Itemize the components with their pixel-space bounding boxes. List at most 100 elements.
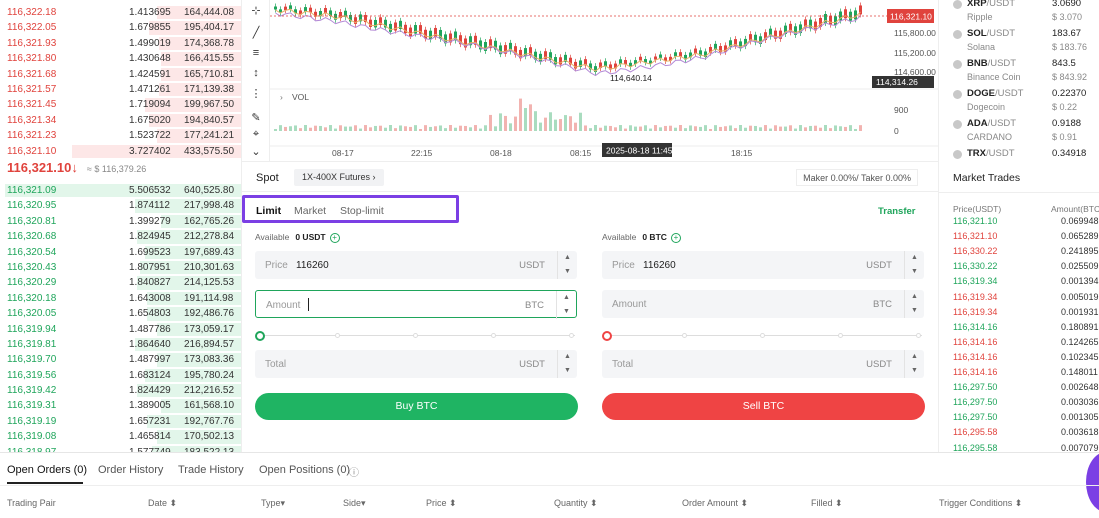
text-tool-icon[interactable]: ⌖ — [249, 128, 263, 140]
transfer-link[interactable]: Transfer — [878, 206, 916, 217]
order-book-row[interactable]: 116,318.97 1.577749 183,522.13 — [0, 445, 241, 452]
order-book-row[interactable]: 116,322.05 1.679855 195,404.17 — [0, 20, 241, 35]
chevron-up-icon[interactable]: ▲ — [558, 251, 577, 265]
order-book-row[interactable]: 116,321.23 1.523722 177,241.21 — [0, 128, 241, 143]
order-book-row[interactable]: 116,321.57 1.471261 171,139.38 — [0, 82, 241, 97]
order-book-row[interactable]: 116,319.31 1.389005 161,568.10 — [0, 398, 241, 413]
chevron-down-icon[interactable]: ▼ — [905, 265, 924, 279]
sell-total-stepper[interactable]: ▲ ▼ — [904, 350, 924, 378]
order-book-row[interactable]: 116,321.34 1.675020 194,840.57 — [0, 113, 241, 128]
order-book-row[interactable]: 116,322.18 1.413695 164,444.08 — [0, 5, 241, 20]
buy-button[interactable]: Buy BTC — [255, 393, 578, 420]
chevron-up-icon[interactable]: ▲ — [905, 350, 924, 364]
trend-line-icon[interactable]: ╱ — [249, 27, 263, 39]
slider-knob[interactable] — [255, 331, 265, 341]
price-chart[interactable]: ⊹ ╱ ≡ ↕ ⋮ ✎ ⌖ ⌄ 116,321.10 115,800.00 11… — [242, 0, 938, 162]
chevron-down-icon[interactable]: ▼ — [905, 364, 924, 378]
chevron-up-icon[interactable]: ▲ — [905, 251, 924, 265]
add-funds-icon[interactable]: + — [329, 232, 340, 243]
col-side[interactable]: Side▾ — [343, 498, 366, 509]
ticker-item[interactable]: DOGE/USDT Dogecoin 0.22370 $ 0.22 — [939, 87, 1099, 117]
order-book-row[interactable]: 116,320.81 1.399279 162,765.26 — [0, 214, 241, 229]
chevron-down-icon[interactable]: ▼ — [558, 265, 577, 279]
order-book-row[interactable]: 116,320.29 1.840827 214,125.53 — [0, 275, 241, 290]
collapse-chevron-icon[interactable]: ⌄ — [249, 146, 263, 158]
order-book-row[interactable]: 116,319.19 1.657231 192,767.76 — [0, 414, 241, 429]
chevron-down-icon[interactable]: ▼ — [905, 304, 924, 318]
horizontal-line-icon[interactable]: ≡ — [249, 47, 263, 59]
order-book-row[interactable]: 116,319.94 1.487786 173,059.17 — [0, 322, 241, 337]
sell-percent-slider[interactable] — [602, 330, 922, 342]
tab-stop-limit[interactable]: Stop-limit — [340, 205, 384, 217]
chart-canvas[interactable]: 116,321.10 115,800.00 115,200.00 114,600… — [270, 0, 938, 162]
sell-button[interactable]: Sell BTC — [602, 393, 925, 420]
measure-icon[interactable]: ↕ — [249, 67, 263, 79]
sell-amount-stepper[interactable]: ▲ ▼ — [904, 290, 924, 318]
chevron-up-icon[interactable]: ▲ — [905, 290, 924, 304]
ticker-item[interactable]: ADA/USDT CARDANO 0.9188 $ 0.91 — [939, 117, 1099, 147]
order-book-row[interactable]: 116,321.80 1.430648 166,415.55 — [0, 51, 241, 66]
buy-total-stepper[interactable]: ▲ ▼ — [557, 350, 577, 378]
col-type[interactable]: Type▾ — [261, 498, 285, 509]
col-trigger-conditions[interactable]: Trigger Conditions ⬍ — [939, 498, 1022, 509]
tab-futures[interactable]: 1X-400X Futures › — [294, 169, 384, 186]
info-icon[interactable]: ⓘ — [349, 464, 359, 479]
order-book-row[interactable]: 116,319.56 1.683124 195,780.24 — [0, 368, 241, 383]
sell-price-stepper[interactable]: ▲ ▼ — [904, 251, 924, 279]
slider-knob[interactable] — [602, 331, 612, 341]
ticker-item[interactable]: XRP/USDT Ripple 3.0690 $ 3.070 — [939, 0, 1099, 27]
order-book-row[interactable]: 116,320.95 1.874112 217,998.48 — [0, 198, 241, 213]
volume-bar — [294, 125, 297, 131]
buy-amount-input[interactable]: Amount BTC ▲ ▼ — [255, 290, 577, 319]
order-book-row[interactable]: 116,320.54 1.699523 197,689.43 — [0, 245, 241, 260]
y-label: 115,200.00 — [894, 48, 936, 58]
fib-icon[interactable]: ⋮ — [249, 88, 263, 100]
order-book-row[interactable]: 116,320.05 1.654803 192,486.76 — [0, 306, 241, 321]
order-book-row[interactable]: 116,321.09 5.506532 640,525.80 — [0, 183, 241, 198]
brush-icon[interactable]: ✎ — [249, 112, 263, 124]
order-book-row[interactable]: 116,321.45 1.719094 199,967.50 — [0, 97, 241, 112]
chevron-up-icon[interactable]: ▲ — [557, 291, 576, 305]
buy-price-input[interactable]: Price 116260 USDT ▲ ▼ — [255, 251, 577, 279]
order-book-row[interactable]: 116,320.68 1.824945 212,278.84 — [0, 229, 241, 244]
col-filled[interactable]: Filled ⬍ — [811, 498, 843, 509]
ticker-item[interactable]: BNB/USDT Binance Coin 843.5 $ 843.92 — [939, 57, 1099, 87]
tab-trade-history[interactable]: Trade History — [178, 464, 244, 476]
col-date[interactable]: Date ⬍ — [148, 498, 177, 509]
chevron-down-icon[interactable]: ▼ — [558, 364, 577, 378]
row-amount: 1.465814 — [129, 431, 171, 443]
tab-open-positions[interactable]: Open Positions (0) — [259, 464, 350, 476]
order-book-row[interactable]: 116,320.18 1.643008 191,114.98 — [0, 291, 241, 306]
order-book-row[interactable]: 116,319.42 1.824429 212,216.52 — [0, 383, 241, 398]
buy-amount-stepper[interactable]: ▲ ▼ — [556, 291, 576, 319]
volume-bar — [804, 127, 807, 131]
order-book-row[interactable]: 116,319.81 1.864640 216,894.57 — [0, 337, 241, 352]
order-book-row[interactable]: 116,321.93 1.499019 174,368.78 — [0, 36, 241, 51]
sell-amount-input[interactable]: Amount BTC ▲ ▼ — [602, 290, 924, 318]
chevron-up-icon[interactable]: ▲ — [558, 350, 577, 364]
sell-total-input[interactable]: Total USDT ▲ ▼ — [602, 350, 924, 378]
ticker-item[interactable]: TRX/USDT 0.34918 — [939, 147, 1099, 162]
chevron-down-icon[interactable]: ▼ — [557, 305, 576, 319]
col-order-amount[interactable]: Order Amount ⬍ — [682, 498, 748, 509]
crosshair-icon[interactable]: ⊹ — [249, 5, 263, 17]
buy-price-stepper[interactable]: ▲ ▼ — [557, 251, 577, 279]
row-total: 433,575.50 — [184, 145, 235, 157]
row-price: 116,320.05 — [7, 308, 57, 320]
tab-spot[interactable]: Spot — [256, 172, 279, 184]
buy-percent-slider[interactable] — [255, 330, 575, 342]
ticker-item[interactable]: SOL/USDT Solana 183.67 $ 183.76 — [939, 27, 1099, 57]
tab-open-orders[interactable]: Open Orders (0) — [7, 464, 87, 476]
add-funds-icon[interactable]: + — [670, 232, 681, 243]
tab-limit[interactable]: Limit — [256, 205, 281, 217]
sell-price-input[interactable]: Price 116260 USDT ▲ ▼ — [602, 251, 924, 279]
order-book-row[interactable]: 116,320.43 1.807951 210,301.63 — [0, 260, 241, 275]
buy-total-input[interactable]: Total USDT ▲ ▼ — [255, 350, 577, 378]
col-quantity[interactable]: Quantity ⬍ — [554, 498, 598, 509]
tab-order-history[interactable]: Order History — [98, 464, 163, 476]
order-book-row[interactable]: 116,319.70 1.487997 173,083.36 — [0, 352, 241, 367]
col-price[interactable]: Price ⬍ — [426, 498, 457, 509]
tab-market[interactable]: Market — [294, 205, 326, 217]
order-book-row[interactable]: 116,321.68 1.424591 165,710.81 — [0, 67, 241, 82]
order-book-row[interactable]: 116,319.08 1.465814 170,502.13 — [0, 429, 241, 444]
